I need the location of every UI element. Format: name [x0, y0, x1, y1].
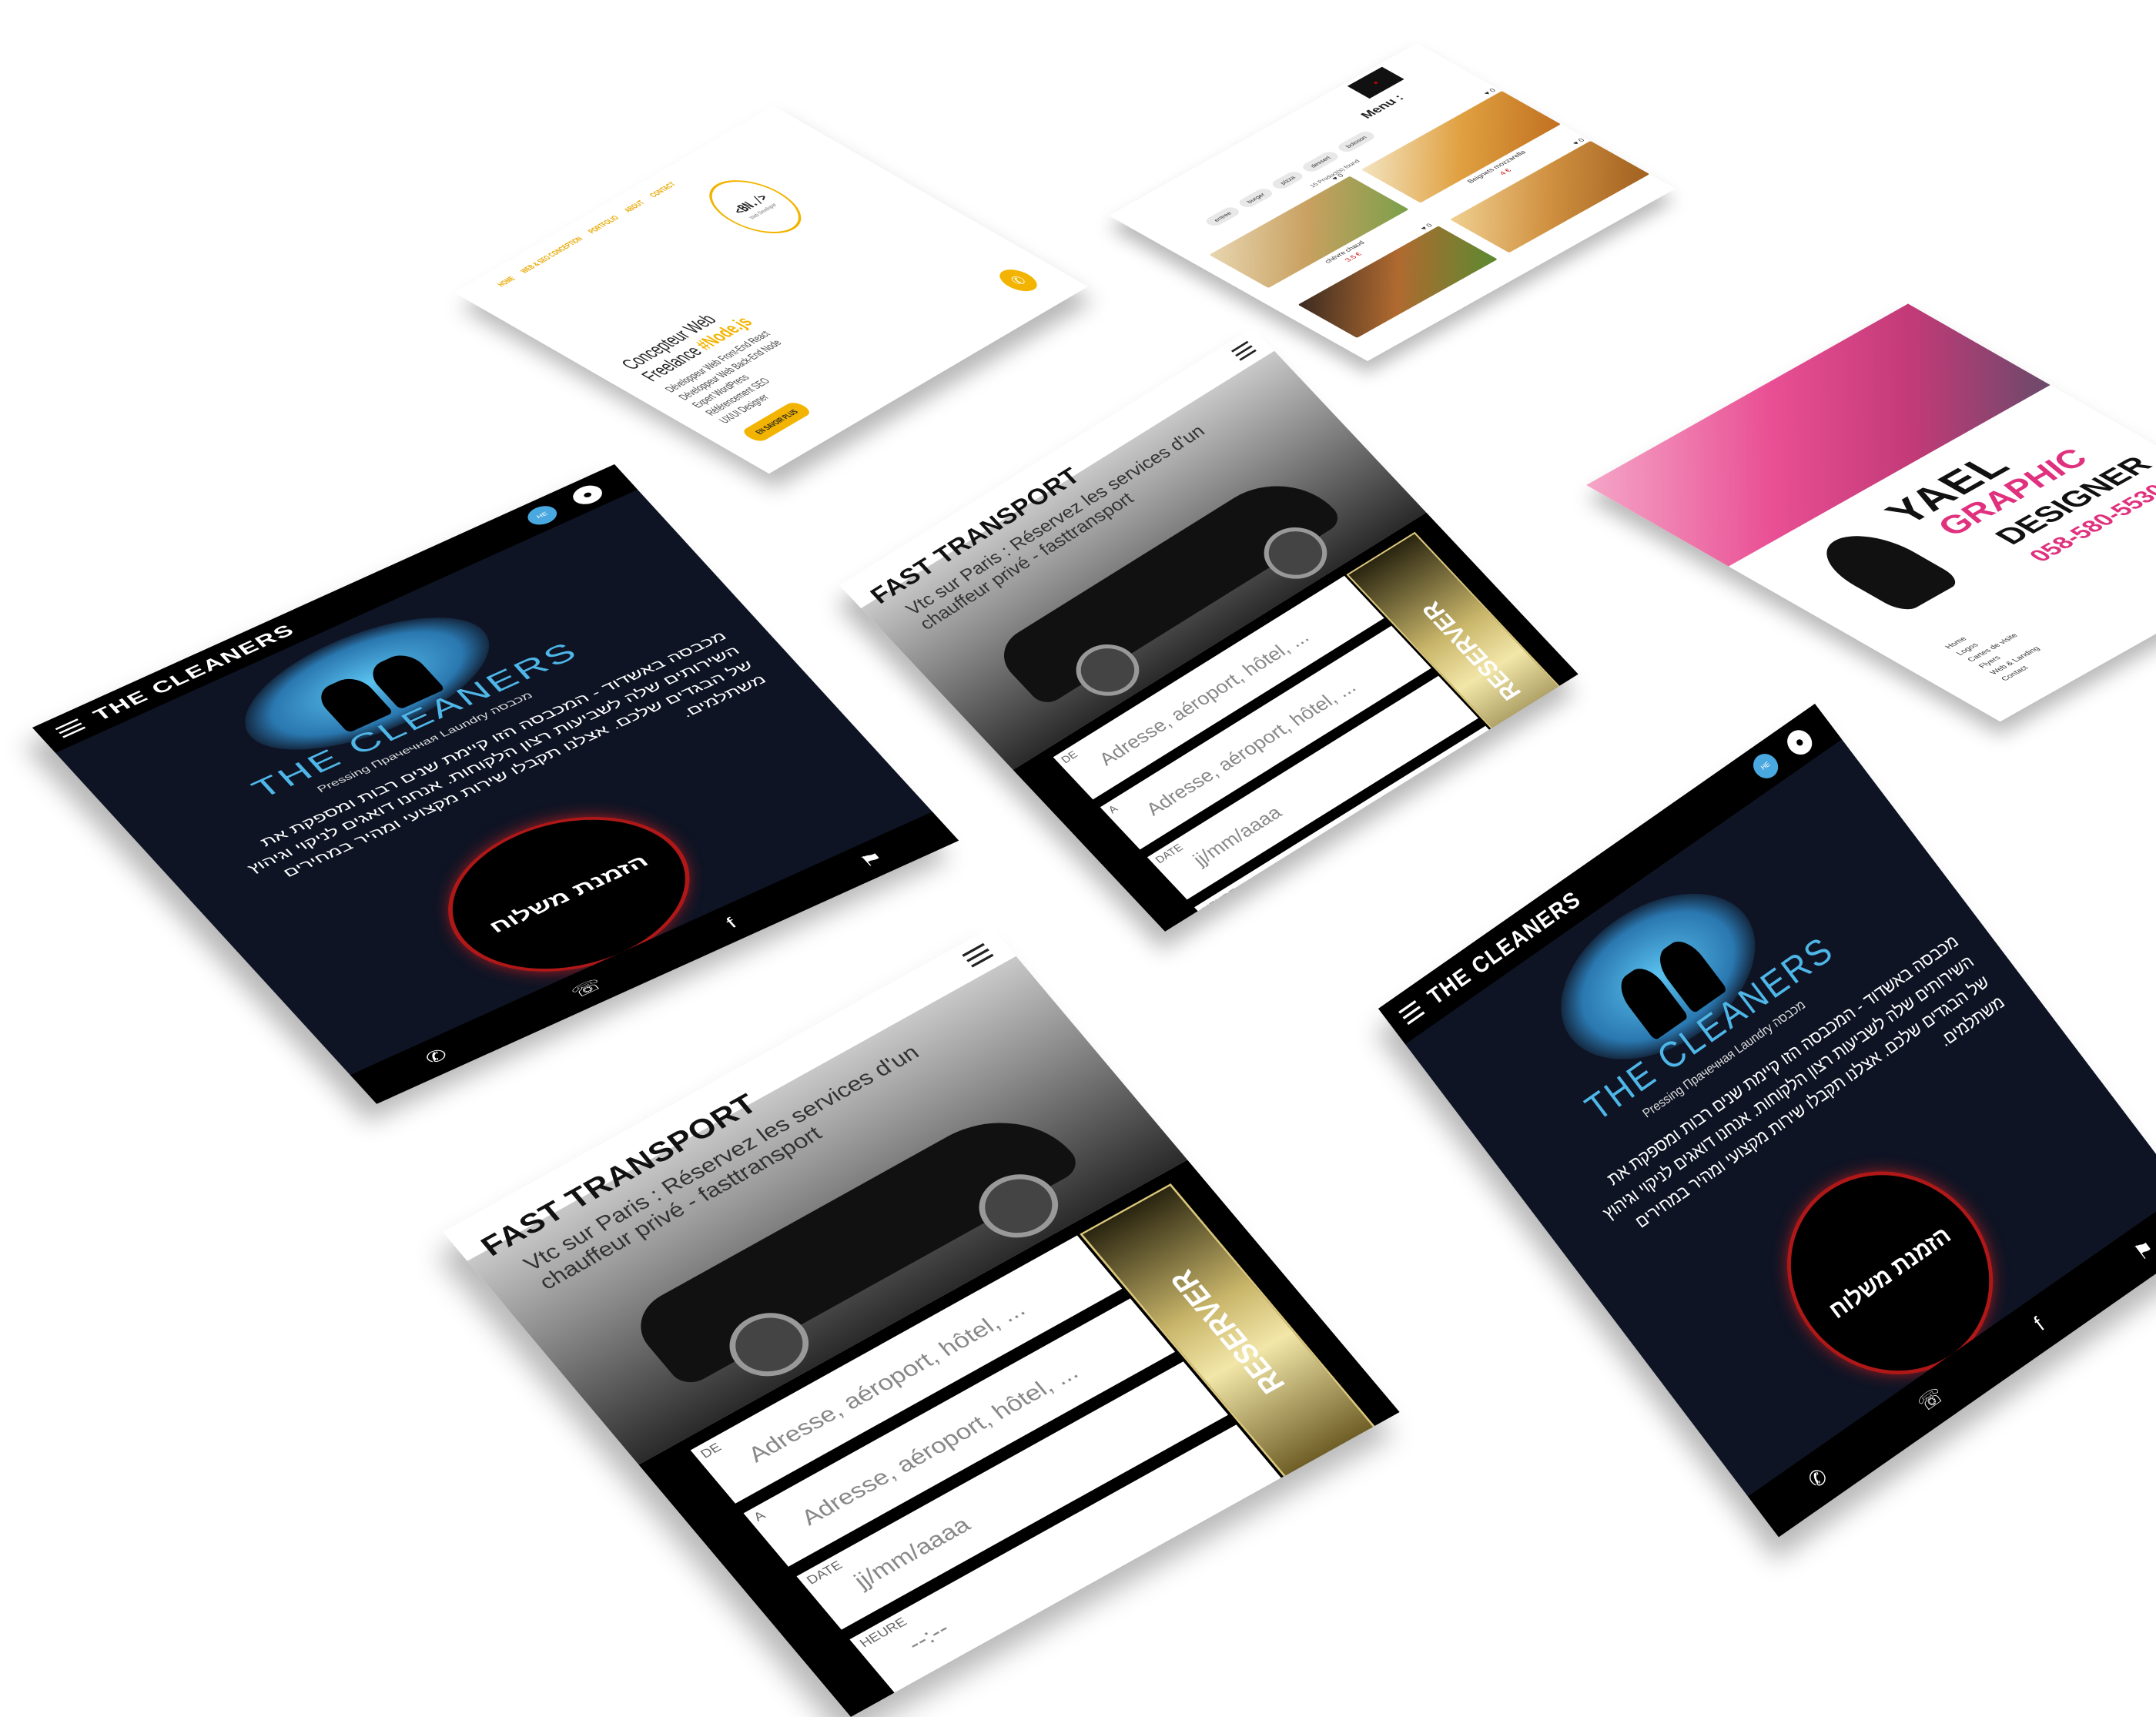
- language-flag-icon[interactable]: HE: [1748, 748, 1783, 783]
- whatsapp-icon[interactable]: ✆: [1803, 1464, 1833, 1494]
- menu-icon[interactable]: [962, 942, 994, 968]
- user-icon[interactable]: ●: [1782, 725, 1817, 760]
- food-menu-card: ■ Menu : entree burger pizza dessert boi…: [1109, 43, 1676, 361]
- whatsapp-icon[interactable]: ✆: [993, 265, 1044, 296]
- category-pizza[interactable]: pizza: [1269, 169, 1306, 191]
- phone-icon[interactable]: ☏: [1913, 1382, 1949, 1417]
- facebook-icon[interactable]: f: [722, 915, 742, 932]
- menu-icon[interactable]: [1230, 340, 1257, 361]
- to-label: A: [751, 1508, 768, 1525]
- category-burger[interactable]: burger: [1236, 186, 1276, 209]
- category-entree[interactable]: entree: [1203, 205, 1243, 228]
- nav-web-seo[interactable]: WEB & SEO CONCEPTION: [518, 236, 585, 275]
- designer-card: YAEL GRAPHIC DESIGNER 058-580-5530 Home …: [1586, 303, 2156, 722]
- time-label: HEURE: [1200, 886, 1241, 916]
- menu-icon[interactable]: [1398, 1000, 1425, 1026]
- facebook-icon[interactable]: f: [2030, 1313, 2049, 1336]
- portfolio-logo: <BN./> Web Developer: [691, 169, 819, 244]
- user-icon[interactable]: ●: [567, 481, 608, 508]
- cleaners-card-right: THE CLEANERS HE ● THE CLEANERS Pressing …: [1378, 704, 2156, 1538]
- nav-portfolio[interactable]: PORTFOLIO: [585, 214, 621, 235]
- profile-silhouette: [1805, 524, 1964, 614]
- transport-card-bottom: FAST TRANSPORT Vtc sur Paris : Réservez …: [443, 927, 1400, 1717]
- menu-icon[interactable]: [55, 718, 86, 738]
- nav-contact[interactable]: CONTACT: [648, 181, 678, 199]
- cleaners-card-left: THE CLEANERS HE ● THE CLEANERS Pressing …: [32, 464, 959, 1104]
- map-icon[interactable]: ⚑: [2130, 1235, 2156, 1266]
- menu-label: Menu :: [1358, 92, 1408, 121]
- from-label: DE: [698, 1441, 725, 1461]
- from-label: DE: [1059, 748, 1080, 766]
- whatsapp-icon[interactable]: ✆: [420, 1045, 452, 1068]
- map-icon[interactable]: ⚑: [855, 848, 889, 871]
- designer-nav: Home Logos Cartes de visite Flyers Web &…: [1943, 620, 2054, 683]
- to-label: A: [1106, 803, 1120, 816]
- language-flag-icon[interactable]: HE: [522, 502, 562, 529]
- portfolio-card: HOME WEB & SEO CONCEPTION PORTFOLIO ABOU…: [454, 105, 1088, 474]
- nav-home[interactable]: HOME: [495, 275, 517, 288]
- date-label: DATE: [1153, 842, 1186, 866]
- date-label: DATE: [804, 1558, 845, 1588]
- phone-icon[interactable]: ☏: [567, 975, 608, 1002]
- time-placeholder: --:--: [902, 1615, 955, 1656]
- nav-about[interactable]: ABOUT: [621, 199, 646, 214]
- time-placeholder: --:--: [1235, 886, 1278, 920]
- category-boisson[interactable]: boisson: [1334, 129, 1378, 154]
- product-grid: ♥ 0 chèvre chaud 3.5 € ♥ 0 Beignets mozz…: [1209, 88, 1672, 350]
- portfolio-nav: HOME WEB & SEO CONCEPTION PORTFOLIO ABOU…: [495, 181, 678, 288]
- time-label: HEURE: [857, 1615, 910, 1651]
